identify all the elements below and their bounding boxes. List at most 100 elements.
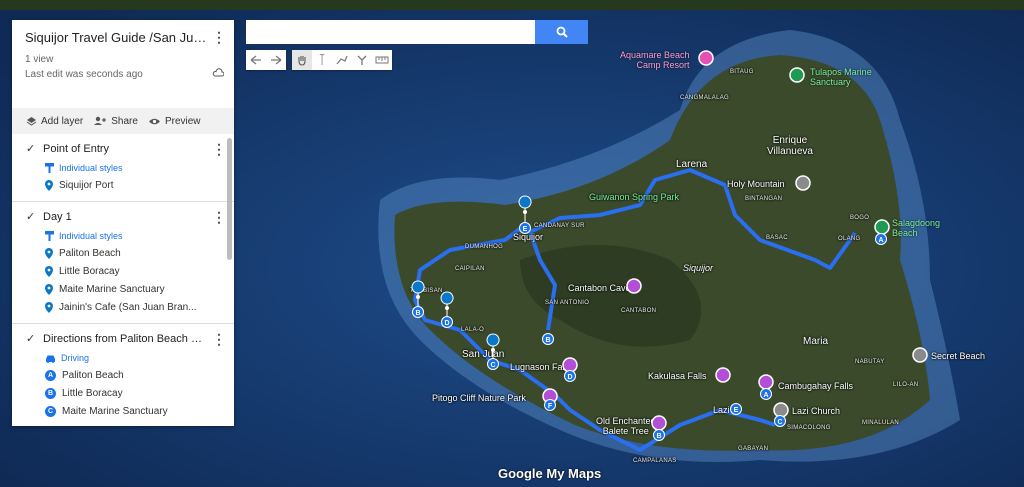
route-marker-d2[interactable]: D [564,370,576,382]
route-marker-b2[interactable]: B [542,333,554,345]
cloud-saved-icon [212,68,224,77]
add-marker-button[interactable] [312,50,332,70]
share-label: Share [111,115,138,127]
panel-header: Siquijor Travel Guide /San Juan B... ⋮ 1… [12,20,234,100]
layer-visibility-checkbox[interactable]: ✓ [26,212,36,223]
driving-mode-link[interactable]: Driving [12,350,234,366]
route-marker-label: E [734,407,739,414]
route-marker-b3[interactable]: B [653,429,665,441]
layer-name[interactable]: Day 1 [43,211,203,223]
item-label: Little Boracay [62,387,123,399]
route-marker-label: C [490,362,495,369]
view-count: 1 view [25,54,54,65]
route-marker-c1[interactable]: C [487,358,499,370]
layer-directions: ✓ Directions from Paliton Beach to ... ⋮ D… [12,324,234,426]
route-marker-b1[interactable]: B [412,306,424,318]
direction-stop-c[interactable]: C Maite Marine Sanctuary [12,402,234,420]
layer-style-label: Individual styles [59,163,123,173]
item-label: Maite Marine Sanctuary [59,283,165,295]
route-marker-label: E [523,226,528,233]
route-marker-a1[interactable]: A [875,233,887,245]
route-marker-f1[interactable]: F [544,399,556,411]
map-title[interactable]: Siquijor Travel Guide /San Juan B... [25,30,207,45]
redo-icon [271,55,282,65]
stop-letter-badge: B [45,387,56,399]
layer-style-link[interactable]: Individual styles [12,160,234,176]
eye-icon [148,118,160,124]
panel-scrollbar[interactable] [227,138,232,260]
driving-label: Driving [61,353,90,363]
undo-redo-group [246,50,286,70]
route-marker-e1[interactable]: E [519,222,531,234]
paint-roller-icon [45,231,54,241]
layer-options-icon[interactable]: ⋮ [212,210,226,224]
panel-actions: Add layer Share Preview [12,108,234,134]
map-pin-icon [45,283,53,295]
layer-name[interactable]: Directions from Paliton Beach to ... [43,333,203,345]
layer-item-paliton-beach[interactable]: Paliton Beach [12,244,234,262]
route-marker-c2[interactable]: C [774,415,786,427]
map-options-icon[interactable]: ⋮ [212,30,226,44]
layer-item-siquijor-port[interactable]: Siquijor Port [12,176,234,194]
layer-options-icon[interactable]: ⋮ [212,142,226,156]
direction-stop-b[interactable]: B Little Boracay [12,384,234,402]
item-label: Little Boracay [59,265,120,277]
pan-tool-button[interactable] [292,50,312,70]
google-my-maps-logo: Google My Maps [498,466,602,481]
item-label: Paliton Beach [62,369,124,381]
route-marker-label: D [567,374,572,381]
route-marker-e2[interactable]: E [730,403,742,415]
route-marker-a2[interactable]: A [760,388,772,400]
measure-button[interactable] [372,50,392,70]
undo-icon [250,55,261,65]
stop-letter-badge: A [45,369,56,381]
draw-line-icon [336,55,348,65]
layers-panel: Siquijor Travel Guide /San Juan B... ⋮ 1… [12,20,234,426]
item-label: Maite Marine Sanctuary [62,405,168,417]
layer-style-label: Individual styles [59,231,123,241]
route-marker-label: A [763,392,768,399]
redo-button[interactable] [266,50,286,70]
paint-roller-icon [45,163,54,173]
layer-item-maite-marine[interactable]: Maite Marine Sanctuary [12,280,234,298]
preview-label: Preview [164,115,201,127]
hand-icon [298,56,306,66]
layer-visibility-checkbox[interactable]: ✓ [26,334,36,345]
layer-name[interactable]: Point of Entry [43,143,203,155]
layer-item-little-boracay[interactable]: Little Boracay [12,262,234,280]
layers-list: ✓ Point of Entry ⋮ Individual styles Siqui… [12,134,234,426]
search-icon [556,26,568,38]
layer-point-of-entry: ✓ Point of Entry ⋮ Individual styles Siqui… [12,134,234,202]
search-button[interactable] [535,20,588,44]
item-label: Paliton Beach [59,247,121,259]
layer-item-jainins-cafe[interactable]: Jainin's Cafe (San Juan Bran... [12,298,234,316]
ruler-icon [375,56,389,64]
route-marker-label: B [415,310,420,317]
layer-visibility-checkbox[interactable]: ✓ [26,144,36,155]
layer-options-icon[interactable]: ⋮ [212,332,226,346]
map-toolbar [246,50,398,70]
share-button[interactable]: Share [93,116,138,127]
add-layer-label: Add layer [41,115,84,127]
directions-icon [357,55,367,65]
add-directions-button[interactable] [352,50,372,70]
layer-style-link[interactable]: Individual styles [12,228,234,244]
map-pin-icon [45,179,53,191]
car-icon [46,355,55,363]
undo-button[interactable] [246,50,266,70]
marker-icon [319,54,325,66]
draw-line-button[interactable] [332,50,352,70]
route-marker-label: D [444,320,449,327]
route-marker-label: B [545,337,550,344]
map-pin-icon [45,301,53,313]
route-marker-d1[interactable]: D [441,316,453,328]
add-layer-button[interactable]: Add layer [26,116,83,127]
route-marker-label: C [777,419,782,426]
search-input[interactable] [246,20,535,44]
draw-tools-group [292,50,392,70]
direction-stop-a[interactable]: A Paliton Beach [12,366,234,384]
map-pin-icon [45,265,53,277]
layers-icon [26,117,37,126]
last-edit-status: Last edit was seconds ago [25,69,143,80]
preview-button[interactable]: Preview [148,116,201,127]
